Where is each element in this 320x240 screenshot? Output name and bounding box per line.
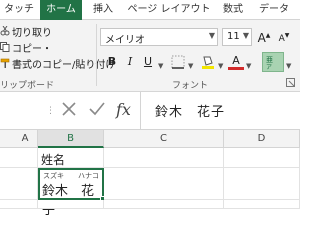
tab-insert[interactable]: 挿入 [86, 0, 120, 20]
column-header-a-label[interactable] [0, 130, 38, 148]
column-header-d[interactable]: D [224, 130, 300, 148]
italic-button[interactable]: I [122, 54, 138, 70]
tab-touch[interactable]: タッチ [0, 0, 38, 20]
insert-function-icon[interactable]: fx [116, 100, 131, 119]
cell-b1[interactable]: 姓名 [38, 148, 104, 168]
font-name-select[interactable]: メイリオ ▼ [100, 28, 218, 46]
format-painter-button[interactable]: 書式のコピー/貼り付け [12, 56, 115, 71]
dialog-launcher-icon[interactable] [286, 78, 295, 87]
group-separator [96, 24, 97, 86]
cell-c3[interactable] [104, 200, 224, 209]
confirm-icon[interactable] [88, 100, 106, 118]
cell-b1-value: 姓名 [41, 153, 66, 167]
chevron-down-icon: ▼ [218, 62, 224, 70]
chevron-down-icon: ▼ [188, 62, 194, 70]
cell-d1[interactable] [224, 148, 300, 168]
cut-button[interactable]: 切り取り [12, 24, 52, 39]
cell-c1[interactable] [104, 148, 224, 168]
shrink-font-button[interactable]: A▼ [276, 28, 292, 44]
formula-bar: ⋮ fx 鈴木 花子 [0, 92, 300, 130]
copy-icon [0, 42, 10, 52]
chevron-down-icon: ▼ [242, 31, 249, 40]
cell-d2[interactable] [224, 168, 300, 200]
column-header-c[interactable]: C [104, 130, 224, 148]
font-group-label: フォント [172, 81, 209, 91]
grow-font-button[interactable]: A▲ [256, 28, 272, 45]
tab-home[interactable]: ホーム [40, 0, 82, 20]
font-name-value: メイリオ [105, 35, 145, 46]
cell-a2[interactable] [0, 168, 38, 200]
borders-icon[interactable] [170, 54, 186, 70]
clipboard-group-label: リップボード [0, 81, 55, 91]
tab-formulas[interactable]: 数式 [216, 0, 250, 20]
cell-c2[interactable] [104, 168, 224, 200]
chevron-down-icon: ▼ [208, 31, 215, 40]
chevron-down-icon: ▼ [246, 62, 252, 70]
chevron-down-icon: ▼ [158, 62, 164, 70]
tab-page-layout[interactable]: ページ レイアウト [124, 0, 214, 20]
vertical-ellipsis-icon[interactable]: ⋮ [46, 106, 55, 116]
copy-button[interactable]: コピー・ [12, 40, 52, 55]
cancel-icon[interactable] [60, 100, 78, 118]
underline-button[interactable]: U [140, 54, 156, 70]
cell-b3[interactable] [38, 200, 104, 209]
bold-button[interactable]: B [104, 54, 120, 70]
fill-color-icon[interactable] [200, 54, 216, 70]
cell-b2-value: 鈴木 花子 [42, 184, 95, 218]
svg-text:亜: 亜 [266, 56, 273, 64]
formula-input[interactable]: 鈴木 花子 [140, 92, 300, 130]
ribbon-home: 切り取り コピー・ 書式のコピー/貼り付け リップボード メイリオ ▼ 11 ▼… [0, 20, 300, 92]
cell-b2[interactable]: スズキ ハナコ 鈴木 花子 [38, 168, 104, 218]
cell-a3[interactable] [0, 200, 38, 209]
font-size-select[interactable]: 11 ▼ [222, 28, 252, 46]
ribbon-tab-bar: タッチ ホーム 挿入 ページ レイアウト 数式 データ [0, 0, 300, 20]
phonetic-guide-icon[interactable]: 亜ア [262, 52, 284, 72]
formula-value: 鈴木 花子 [155, 105, 226, 120]
cell-a1[interactable] [0, 148, 38, 168]
cell-d3[interactable] [224, 200, 300, 209]
column-header-b[interactable]: B [38, 130, 104, 148]
chevron-down-icon: ▼ [286, 62, 292, 70]
format-painter-icon [0, 58, 11, 69]
scissors-icon [0, 25, 10, 36]
tab-data[interactable]: データ [252, 0, 296, 20]
svg-text:ア: ア [266, 64, 272, 71]
font-color-button[interactable]: A [228, 54, 244, 70]
font-size-value: 11 [227, 31, 240, 42]
